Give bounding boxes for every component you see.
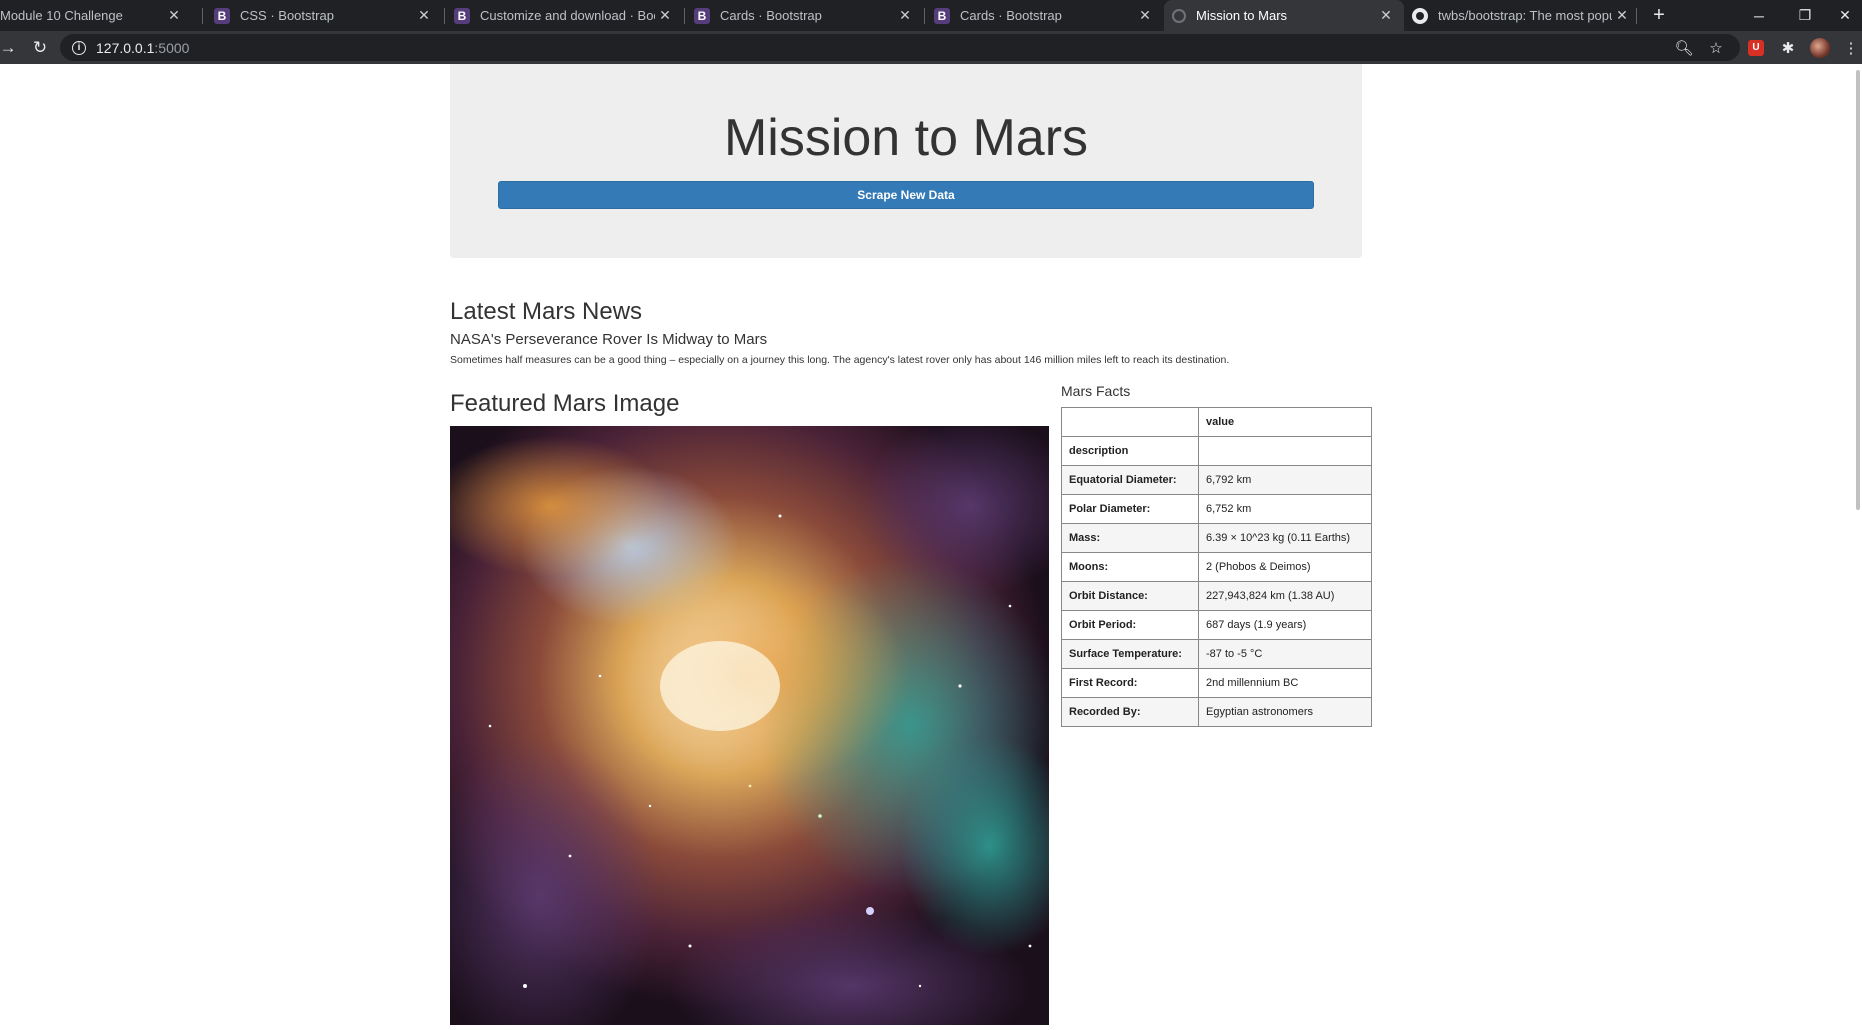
tab-title: CSS · Bootstrap — [240, 8, 334, 23]
close-window-button[interactable]: ✕ — [1828, 0, 1862, 31]
fact-label: Moons: — [1061, 552, 1199, 582]
bootstrap-icon: B — [694, 7, 710, 24]
page-title: Mission to Mars — [723, 109, 1089, 167]
browser-tab[interactable]: B CSS · Bootstrap ✕ — [206, 0, 442, 31]
table-row: Mass: 6.39 × 10^23 kg (0.11 Earths) — [1061, 523, 1372, 553]
tab-separator — [444, 8, 445, 24]
table-row: Equatorial Diameter: 6,792 km — [1061, 465, 1372, 495]
table-row: Surface Temperature: -87 to -5 °C — [1061, 639, 1372, 669]
fact-value: 6,792 km — [1198, 465, 1372, 495]
fact-label: First Record: — [1061, 668, 1199, 698]
zoom-icon[interactable]: 🔍︎ — [1671, 31, 1697, 64]
fact-value: 227,943,824 km (1.38 AU) — [1198, 581, 1372, 611]
bootstrap-icon: B — [934, 7, 950, 24]
tab-separator — [924, 8, 925, 24]
browser-tab[interactable]: B Cards · Bootstrap ✕ — [686, 0, 923, 31]
browser-tab[interactable]: Module 10 Challenge ✕ — [0, 0, 192, 31]
news-heading: Latest Mars News — [450, 298, 643, 325]
fact-label: Orbit Distance: — [1061, 581, 1199, 611]
fact-value: 6.39 × 10^23 kg (0.11 Earths) — [1198, 523, 1372, 553]
tab-title: Module 10 Challenge — [0, 8, 123, 23]
table-row: Recorded By: Egyptian astronomers — [1061, 697, 1372, 727]
github-icon — [1412, 7, 1428, 24]
close-icon[interactable]: ✕ — [1612, 6, 1632, 26]
browser-tab-strip: Module 10 Challenge ✕ B CSS · Bootstrap … — [0, 0, 1862, 31]
fact-label: Recorded By: — [1061, 697, 1199, 727]
scrape-new-data-button[interactable]: Scrape New Data — [498, 181, 1314, 209]
kebab-menu-icon[interactable]: ⋮ — [1838, 31, 1862, 64]
close-icon[interactable]: ✕ — [655, 6, 675, 26]
reload-icon[interactable]: ↻ — [28, 31, 52, 64]
table-row: Moons: 2 (Phobos & Deimos) — [1061, 552, 1372, 582]
fact-value: 2 (Phobos & Deimos) — [1198, 552, 1372, 582]
fact-label: Equatorial Diameter: — [1061, 465, 1199, 495]
close-icon[interactable]: ✕ — [895, 6, 915, 26]
puzzle-icon[interactable]: ✱ — [1775, 31, 1801, 64]
browser-tab-active[interactable]: Mission to Mars ✕ — [1164, 0, 1404, 31]
facts-heading: Mars Facts — [1061, 383, 1131, 399]
bootstrap-icon: B — [454, 7, 470, 24]
minimize-window-button[interactable]: ─ — [1736, 0, 1782, 31]
address-bar[interactable]: i 127.0.0.1:5000 — [60, 34, 1740, 61]
table-header-cell: description — [1061, 436, 1199, 466]
fact-value: 687 days (1.9 years) — [1198, 610, 1372, 640]
page-viewport: Mission to Mars Scrape New Data Latest M… — [0, 64, 1862, 1030]
profile-avatar[interactable] — [1807, 31, 1833, 64]
globe-icon — [1172, 8, 1186, 23]
fact-value: 6,752 km — [1198, 494, 1372, 524]
mars-facts-table: value description Equatorial Diameter: 6,… — [1061, 407, 1372, 727]
close-icon[interactable]: ✕ — [164, 6, 184, 26]
table-row: Orbit Distance: 227,943,824 km (1.38 AU) — [1061, 581, 1372, 611]
tab-title: Mission to Mars — [1196, 8, 1288, 23]
fact-label: Mass: — [1061, 523, 1199, 553]
info-icon[interactable]: i — [72, 40, 86, 55]
fact-label: Surface Temperature: — [1061, 639, 1199, 669]
close-icon[interactable]: ✕ — [1135, 6, 1155, 26]
featured-image-heading: Featured Mars Image — [450, 390, 680, 417]
table-row: Orbit Period: 687 days (1.9 years) — [1061, 610, 1372, 640]
tab-title: twbs/bootstrap: The most popul — [1438, 8, 1612, 23]
url-port: :5000 — [154, 39, 190, 56]
jumbotron: Mission to Mars Scrape New Data — [450, 64, 1362, 258]
extension-icon[interactable]: U — [1743, 31, 1769, 64]
fact-label: Orbit Period: — [1061, 610, 1199, 640]
tab-title: Customize and download · Boots — [480, 8, 655, 23]
url-host: 127.0.0.1 — [96, 39, 155, 56]
fact-value: Egyptian astronomers — [1198, 697, 1372, 727]
news-paragraph: Sometimes half measures can be a good th… — [450, 354, 1230, 366]
close-icon[interactable]: ✕ — [414, 6, 434, 26]
browser-tab[interactable]: B Customize and download · Boots ✕ — [446, 0, 683, 31]
restore-window-button[interactable]: ❐ — [1782, 0, 1828, 31]
table-header-cell — [1061, 407, 1199, 437]
new-tab-button[interactable]: + — [1647, 0, 1671, 31]
browser-tab[interactable]: B Cards · Bootstrap ✕ — [926, 0, 1163, 31]
bootstrap-icon: B — [214, 7, 230, 24]
scrollbar-thumb[interactable] — [1856, 70, 1860, 510]
tab-title: Cards · Bootstrap — [960, 8, 1062, 23]
table-header-cell: value — [1198, 407, 1372, 437]
page-scrollbar[interactable] — [1856, 64, 1862, 1030]
forward-icon[interactable]: → — [0, 31, 20, 64]
table-header-cell — [1198, 436, 1372, 466]
featured-mars-image — [450, 426, 1049, 1025]
fact-value: 2nd millennium BC — [1198, 668, 1372, 698]
tab-separator — [684, 8, 685, 24]
fact-value: -87 to -5 °C — [1198, 639, 1372, 669]
close-icon[interactable]: ✕ — [1376, 6, 1396, 26]
table-row: Polar Diameter: 6,752 km — [1061, 494, 1372, 524]
tab-title: Cards · Bootstrap — [720, 8, 822, 23]
table-header-row: value — [1061, 407, 1372, 437]
tab-separator — [202, 8, 203, 24]
tab-separator — [1636, 8, 1637, 24]
bookmark-star-icon[interactable]: ☆ — [1703, 31, 1729, 64]
table-row: First Record: 2nd millennium BC — [1061, 668, 1372, 698]
browser-tab[interactable]: twbs/bootstrap: The most popul ✕ — [1404, 0, 1640, 31]
table-header-row: description — [1061, 436, 1372, 466]
fact-label: Polar Diameter: — [1061, 494, 1199, 524]
browser-toolbar: → ↻ i 127.0.0.1:5000 🔍︎ ☆ U ✱ ⋮ — [0, 31, 1862, 64]
news-title: NASA's Perseverance Rover Is Midway to M… — [450, 331, 768, 348]
